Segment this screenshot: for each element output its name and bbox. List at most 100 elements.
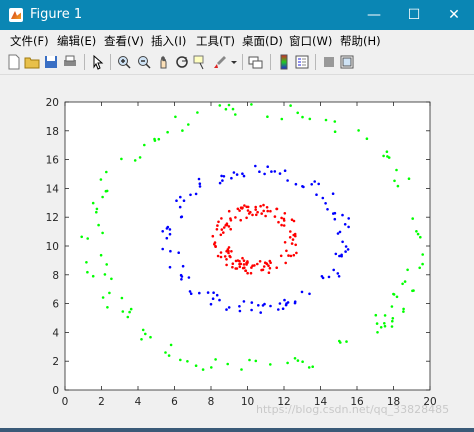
toolbar-separator xyxy=(315,54,316,70)
scatter-plot[interactable]: 0 2 4 6 8 10 12 14 16 18 2002468101214161820 xyxy=(0,75,474,428)
scatter-point xyxy=(175,199,178,202)
window-title: Figure 1 xyxy=(30,7,83,22)
brush-icon[interactable] xyxy=(212,54,228,70)
menu-window[interactable]: 窗口(W) xyxy=(289,33,332,49)
scatter-point xyxy=(217,220,220,224)
scatter-point xyxy=(407,177,411,180)
scatter-point xyxy=(289,254,293,258)
scatter-point xyxy=(219,251,223,254)
y-tick-label: 16 xyxy=(46,155,60,167)
menu-desktop[interactable]: 桌面(D) xyxy=(242,33,283,49)
scatter-point xyxy=(222,226,226,229)
close-button[interactable]: ✕ xyxy=(434,0,474,30)
y-tick-label: 12 xyxy=(46,212,59,224)
maximize-button[interactable]: ☐ xyxy=(394,0,434,30)
scatter-point xyxy=(324,202,327,205)
scatter-point xyxy=(220,217,223,220)
scatter-point xyxy=(143,143,146,147)
scatter-point xyxy=(85,261,88,264)
y-tick-label: 18 xyxy=(46,126,59,138)
scatter-point xyxy=(279,254,283,258)
scatter-point xyxy=(254,208,257,211)
scatter-point xyxy=(97,223,100,227)
scatter-point xyxy=(220,228,224,231)
scatter-point xyxy=(286,361,289,365)
scatter-point xyxy=(275,266,279,269)
scatter-point xyxy=(231,262,235,265)
scatter-point xyxy=(194,192,198,196)
pointer-icon[interactable] xyxy=(90,54,106,70)
scatter-point xyxy=(321,196,325,200)
scatter-point xyxy=(267,271,271,274)
scatter-point xyxy=(174,115,177,119)
scatter-point xyxy=(281,307,285,310)
chevron-down-icon[interactable] xyxy=(230,54,238,70)
scatter-point xyxy=(261,268,265,272)
y-tick-label: 6 xyxy=(52,299,59,311)
scatter-point xyxy=(345,340,348,343)
scatter-point xyxy=(293,232,297,236)
scatter-point xyxy=(310,183,314,186)
scatter-point xyxy=(91,201,95,205)
scatter-point xyxy=(270,170,273,173)
link-icon[interactable] xyxy=(248,54,264,70)
scatter-point xyxy=(402,310,405,313)
scatter-point xyxy=(234,267,237,270)
menu-edit[interactable]: 编辑(E) xyxy=(57,33,96,49)
scatter-point xyxy=(421,262,424,266)
scatter-point xyxy=(401,282,404,286)
scatter-point xyxy=(166,225,170,229)
scatter-point xyxy=(264,214,267,218)
toolbar-separator xyxy=(110,54,111,70)
scatter-point xyxy=(301,360,304,364)
scatter-point xyxy=(227,246,231,249)
scatter-point xyxy=(221,179,224,182)
print-icon[interactable] xyxy=(62,54,78,70)
scatter-point xyxy=(229,219,233,222)
scatter-point xyxy=(333,120,337,123)
data-cursor-icon[interactable] xyxy=(192,54,208,70)
scatter-point xyxy=(213,242,216,246)
colorbar-icon[interactable] xyxy=(276,54,292,70)
scatter-point xyxy=(243,266,246,269)
scatter-point xyxy=(216,224,219,227)
minimize-button[interactable]: — xyxy=(354,0,394,30)
pan-icon[interactable] xyxy=(156,54,172,70)
zoom-out-icon[interactable] xyxy=(136,54,152,70)
menu-help[interactable]: 帮助(H) xyxy=(340,33,381,49)
menu-view[interactable]: 查看(V) xyxy=(104,33,144,49)
menu-file[interactable]: 文件(F) xyxy=(10,33,49,49)
open-file-icon[interactable] xyxy=(24,54,40,70)
title-bar[interactable]: Figure 1 — ☐ ✕ xyxy=(0,0,474,30)
x-tick-label: 2 xyxy=(98,396,105,408)
scatter-point xyxy=(238,309,242,313)
show-plot-tools-icon[interactable] xyxy=(339,54,355,70)
scatter-point xyxy=(295,251,298,255)
scatter-point xyxy=(95,207,99,211)
scatter-point xyxy=(168,228,172,231)
scatter-point xyxy=(391,317,395,320)
scatter-point xyxy=(300,290,304,294)
scatter-point xyxy=(242,263,246,266)
scatter-point xyxy=(251,213,254,217)
hide-plot-tools-icon[interactable] xyxy=(321,54,337,70)
scatter-point xyxy=(259,311,263,314)
scatter-point xyxy=(269,209,272,213)
scatter-point xyxy=(255,262,259,266)
scatter-point xyxy=(263,172,266,176)
scatter-point xyxy=(315,193,318,196)
save-icon[interactable] xyxy=(43,54,59,70)
rotate-icon[interactable] xyxy=(174,54,190,70)
new-figure-icon[interactable] xyxy=(6,54,22,70)
menu-insert[interactable]: 插入(I) xyxy=(151,33,186,49)
scatter-point xyxy=(239,262,243,266)
scatter-point xyxy=(194,364,198,368)
menu-tools[interactable]: 工具(T) xyxy=(196,33,235,49)
scatter-point xyxy=(250,103,253,106)
scatter-point xyxy=(308,117,312,121)
legend-icon[interactable] xyxy=(294,54,310,70)
scatter-point xyxy=(390,305,394,308)
zoom-in-icon[interactable] xyxy=(116,54,132,70)
scatter-point xyxy=(198,182,202,185)
scatter-point xyxy=(287,254,290,257)
